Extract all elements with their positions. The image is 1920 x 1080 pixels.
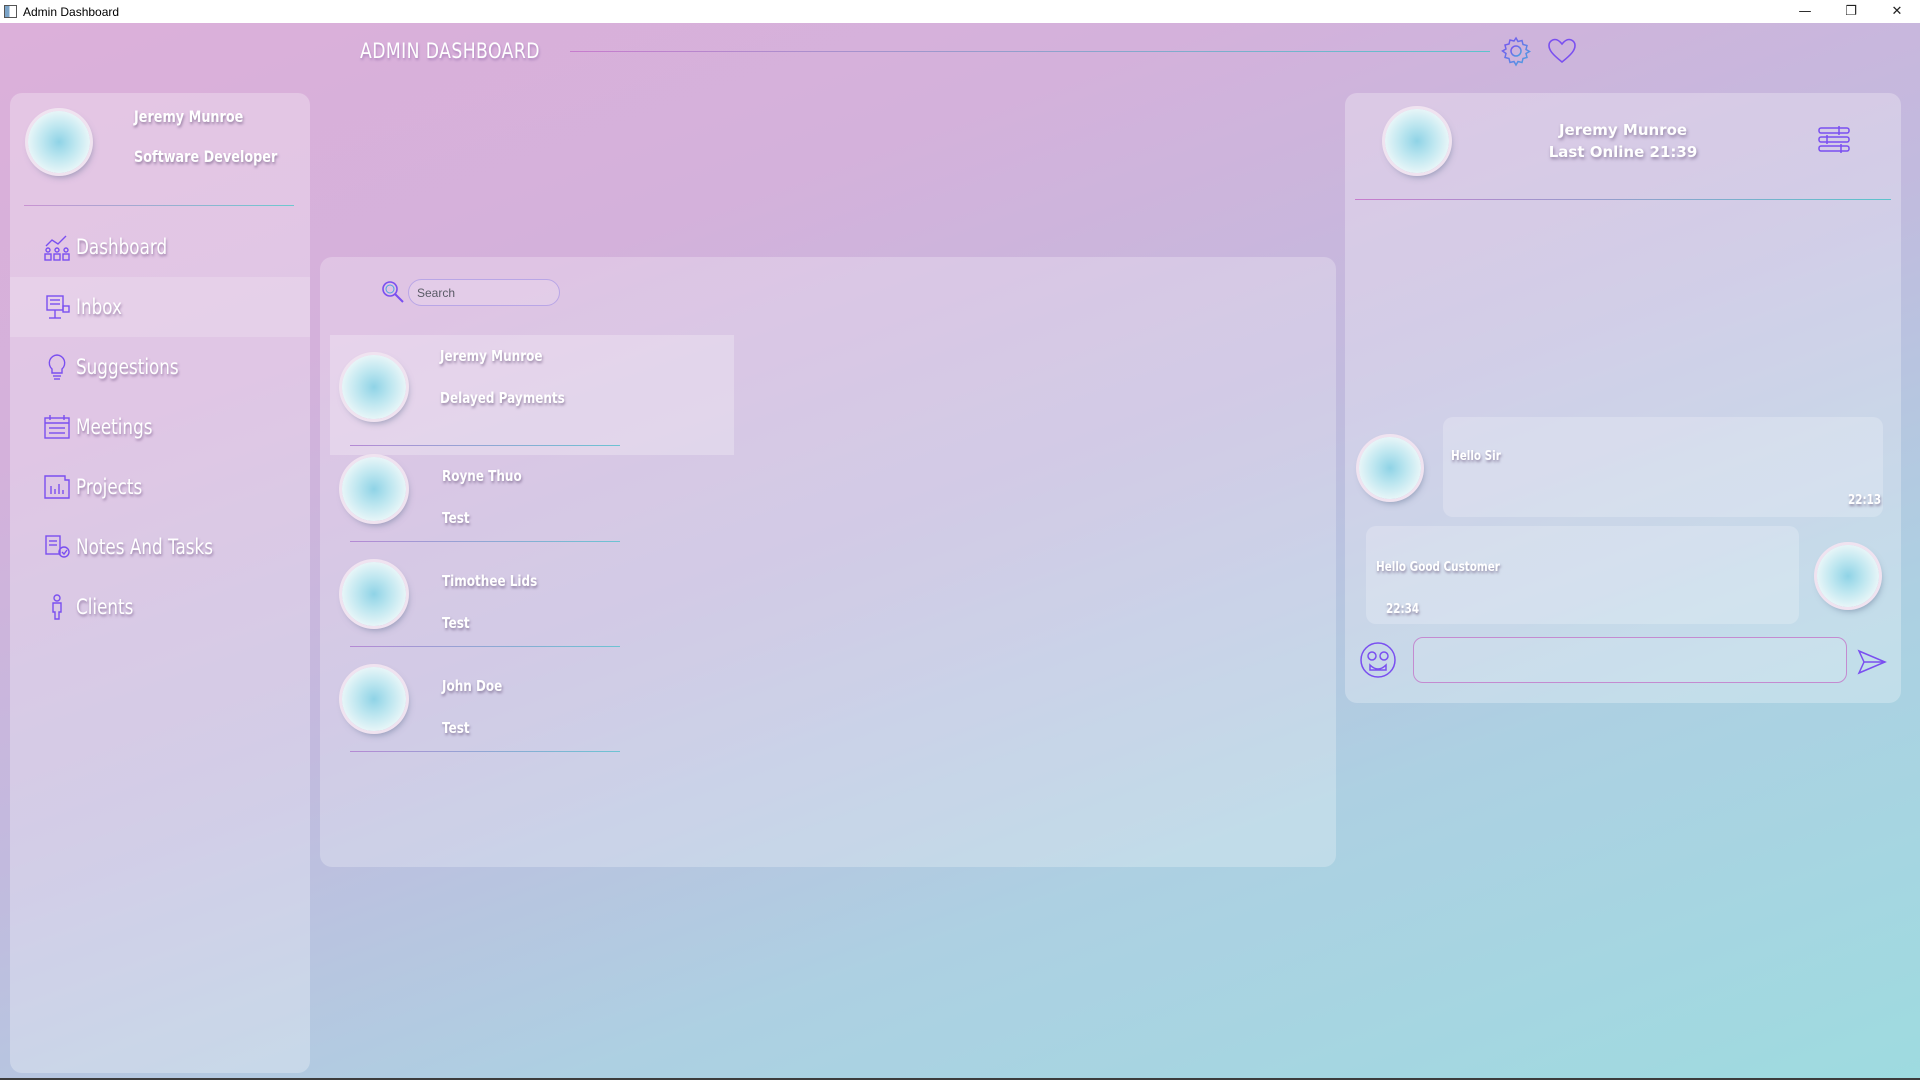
message-bubble-outgoing: Hello Good Customer 22:34 [1366,526,1799,624]
nav-label-notes-and-tasks: Notes And Tasks [76,535,214,559]
nav-label-suggestions: Suggestions [76,355,179,379]
message-subject: Test [442,719,470,737]
sidebar: Jeremy Munroe Software Developer Dashboa… [10,93,310,1073]
message-avatar [342,667,406,731]
nav-item-suggestions[interactable]: Suggestions [10,337,310,397]
search-input[interactable] [408,279,560,306]
nav-label-inbox: Inbox [76,295,122,319]
message-bubble-incoming: Hello Sir 22:13 [1443,417,1883,517]
person-icon [52,594,62,620]
header-divider [570,51,1490,52]
nav-item-meetings[interactable]: Meetings [10,397,310,457]
notes-icon [45,535,70,558]
inbox-icon [46,295,70,319]
search-icon[interactable] [380,279,406,305]
nav-item-clients[interactable]: Clients [10,577,310,637]
message-sender: Jeremy Munroe [440,347,543,365]
message-subject: Test [442,614,470,632]
window-titlebar: Admin Dashboard — ❐ ✕ [0,0,1920,23]
profile-role: Software Developer [134,147,278,166]
page-title: ADMIN DASHBOARD [360,39,540,63]
message-row[interactable]: Jeremy Munroe Delayed Payments [330,335,734,455]
bubble-time: 22:13 [1847,493,1881,508]
nav-label-meetings: Meetings [76,415,153,439]
minimize-button[interactable]: — [1782,0,1828,23]
chat-header-divider [1355,199,1891,200]
message-subject: Delayed Payments [440,389,565,407]
app-icon [4,5,17,18]
lightbulb-icon [48,354,66,380]
message-avatar [342,457,406,521]
message-sender: John Doe [442,677,503,695]
nav-label-projects: Projects [76,475,143,499]
nav-label-dashboard: Dashboard [76,235,168,259]
profile-name: Jeremy Munroe [134,107,244,126]
window-title: Admin Dashboard [23,4,120,19]
maximize-button[interactable]: ❐ [1828,0,1874,23]
nav-item-notes-and-tasks[interactable]: Notes And Tasks [10,517,310,577]
close-button[interactable]: ✕ [1874,0,1920,23]
window-controls: — ❐ ✕ [1782,0,1920,23]
profile-avatar[interactable] [28,111,90,173]
chat-contact-avatar[interactable] [1385,109,1449,173]
sliders-icon[interactable] [1817,125,1851,155]
calendar-icon [44,415,70,439]
gear-icon[interactable] [1500,35,1532,67]
nav-item-dashboard[interactable]: Dashboard [10,217,310,277]
nav-label-clients: Clients [76,595,134,619]
chart-people-icon [44,235,70,261]
message-divider [350,646,620,647]
send-icon[interactable] [1857,649,1887,675]
message-row[interactable]: Royne Thuo Test [330,457,734,562]
sidebar-divider [24,205,294,206]
message-divider [350,445,620,446]
heart-icon[interactable] [1546,35,1578,67]
inbox-panel: Jeremy Munroe Delayed Payments Royne Thu… [320,257,1336,867]
bubble-text: Hello Good Customer [1376,560,1500,575]
outgoing-avatar [1817,545,1879,607]
message-row[interactable]: John Doe Test [330,667,734,772]
message-sender: Royne Thuo [442,467,522,485]
bubble-text: Hello Sir [1451,449,1501,464]
message-divider [350,541,620,542]
chat-panel: Jeremy Munroe Last Online 21:39 Hello Si… [1345,93,1901,703]
chat-message-input[interactable] [1413,637,1847,683]
message-row[interactable]: Timothee Lids Test [330,562,734,667]
message-divider [350,751,620,752]
emoji-face-icon[interactable] [1359,641,1397,679]
message-sender: Timothee Lids [442,572,538,590]
nav-item-projects[interactable]: Projects [10,457,310,517]
message-avatar [342,562,406,626]
blueprint-icon [44,475,70,499]
nav-item-inbox[interactable]: Inbox [10,277,310,337]
message-avatar [342,355,406,419]
incoming-avatar [1359,437,1421,499]
app-canvas: ADMIN DASHBOARD Jeremy Munroe Software D… [0,23,1920,1080]
message-subject: Test [442,509,470,527]
bubble-time: 22:34 [1386,602,1420,617]
